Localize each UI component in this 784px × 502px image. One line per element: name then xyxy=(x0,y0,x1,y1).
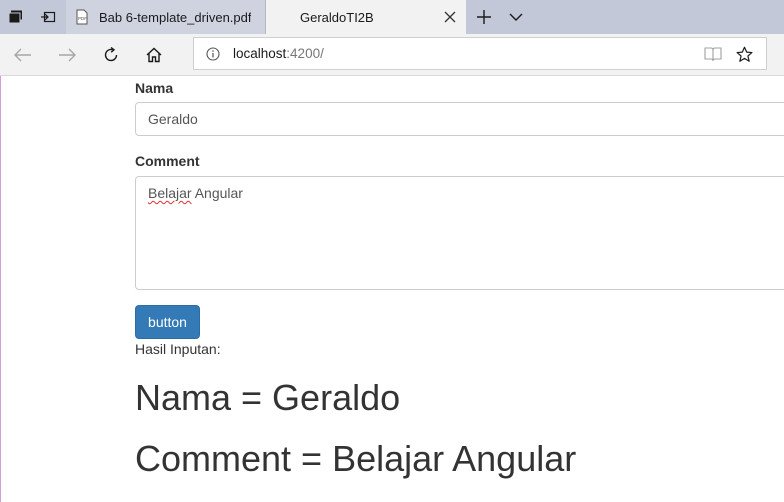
tabs-aside-button[interactable] xyxy=(0,0,32,34)
back-button[interactable] xyxy=(6,38,40,72)
address-bar[interactable]: localhost:4200/ xyxy=(193,37,767,70)
chevron-down-icon xyxy=(509,13,523,21)
forward-button[interactable] xyxy=(50,38,84,72)
plus-icon xyxy=(477,10,491,24)
tab-pdf[interactable]: PDF Bab 6-template_driven.pdf xyxy=(66,0,266,34)
close-icon xyxy=(444,11,456,23)
navigation-bar: localhost:4200/ xyxy=(0,34,784,76)
home-button[interactable] xyxy=(137,38,171,72)
reading-view-button[interactable] xyxy=(704,45,722,63)
comment-misspelled-word: Belajar xyxy=(148,185,192,201)
forward-arrow-icon xyxy=(59,48,76,62)
comment-label: Comment xyxy=(135,153,200,169)
tab-title: GeraldoTI2B xyxy=(300,9,374,25)
submit-button[interactable]: button xyxy=(135,305,200,339)
nama-label: Nama xyxy=(135,80,174,96)
comment-textarea[interactable]: Belajar Angular xyxy=(135,176,784,290)
tab-title: Bab 6-template_driven.pdf xyxy=(99,9,252,25)
result-nama: Nama = Geraldo xyxy=(135,377,401,418)
result-heading: Hasil Inputan: xyxy=(135,341,221,357)
favorite-button[interactable] xyxy=(734,44,754,64)
tabs-aside-icon xyxy=(8,10,22,24)
tabs-restore-button[interactable] xyxy=(32,0,64,34)
back-arrow-icon xyxy=(14,48,31,62)
comment-text: Angular xyxy=(191,185,243,201)
nama-input[interactable]: Geraldo xyxy=(135,102,784,136)
home-icon xyxy=(146,47,162,63)
result-comment: Comment = Belajar Angular xyxy=(135,438,577,479)
star-icon xyxy=(736,46,752,62)
new-tab-button[interactable] xyxy=(470,0,498,34)
url-path: :4200/ xyxy=(286,46,324,61)
tabs-restore-icon xyxy=(41,11,56,23)
url-text: localhost:4200/ xyxy=(233,46,324,61)
url-host: localhost xyxy=(233,46,287,61)
info-icon[interactable] xyxy=(206,46,220,61)
refresh-button[interactable] xyxy=(94,38,128,72)
reading-view-icon xyxy=(704,47,722,62)
svg-text:PDF: PDF xyxy=(78,16,87,21)
tab-geraldo[interactable]: GeraldoTI2B xyxy=(266,0,466,34)
tab-close-button[interactable] xyxy=(442,9,458,25)
tabbar-left-controls xyxy=(0,0,66,34)
refresh-icon xyxy=(104,47,118,62)
page-viewport: Nama Geraldo Comment Belajar Angular but… xyxy=(0,76,784,502)
nama-input-value: Geraldo xyxy=(148,111,198,127)
pdf-icon: PDF xyxy=(74,9,90,25)
tab-list-button[interactable] xyxy=(502,0,530,34)
tab-bar: PDF Bab 6-template_driven.pdf GeraldoTI2… xyxy=(0,0,784,34)
